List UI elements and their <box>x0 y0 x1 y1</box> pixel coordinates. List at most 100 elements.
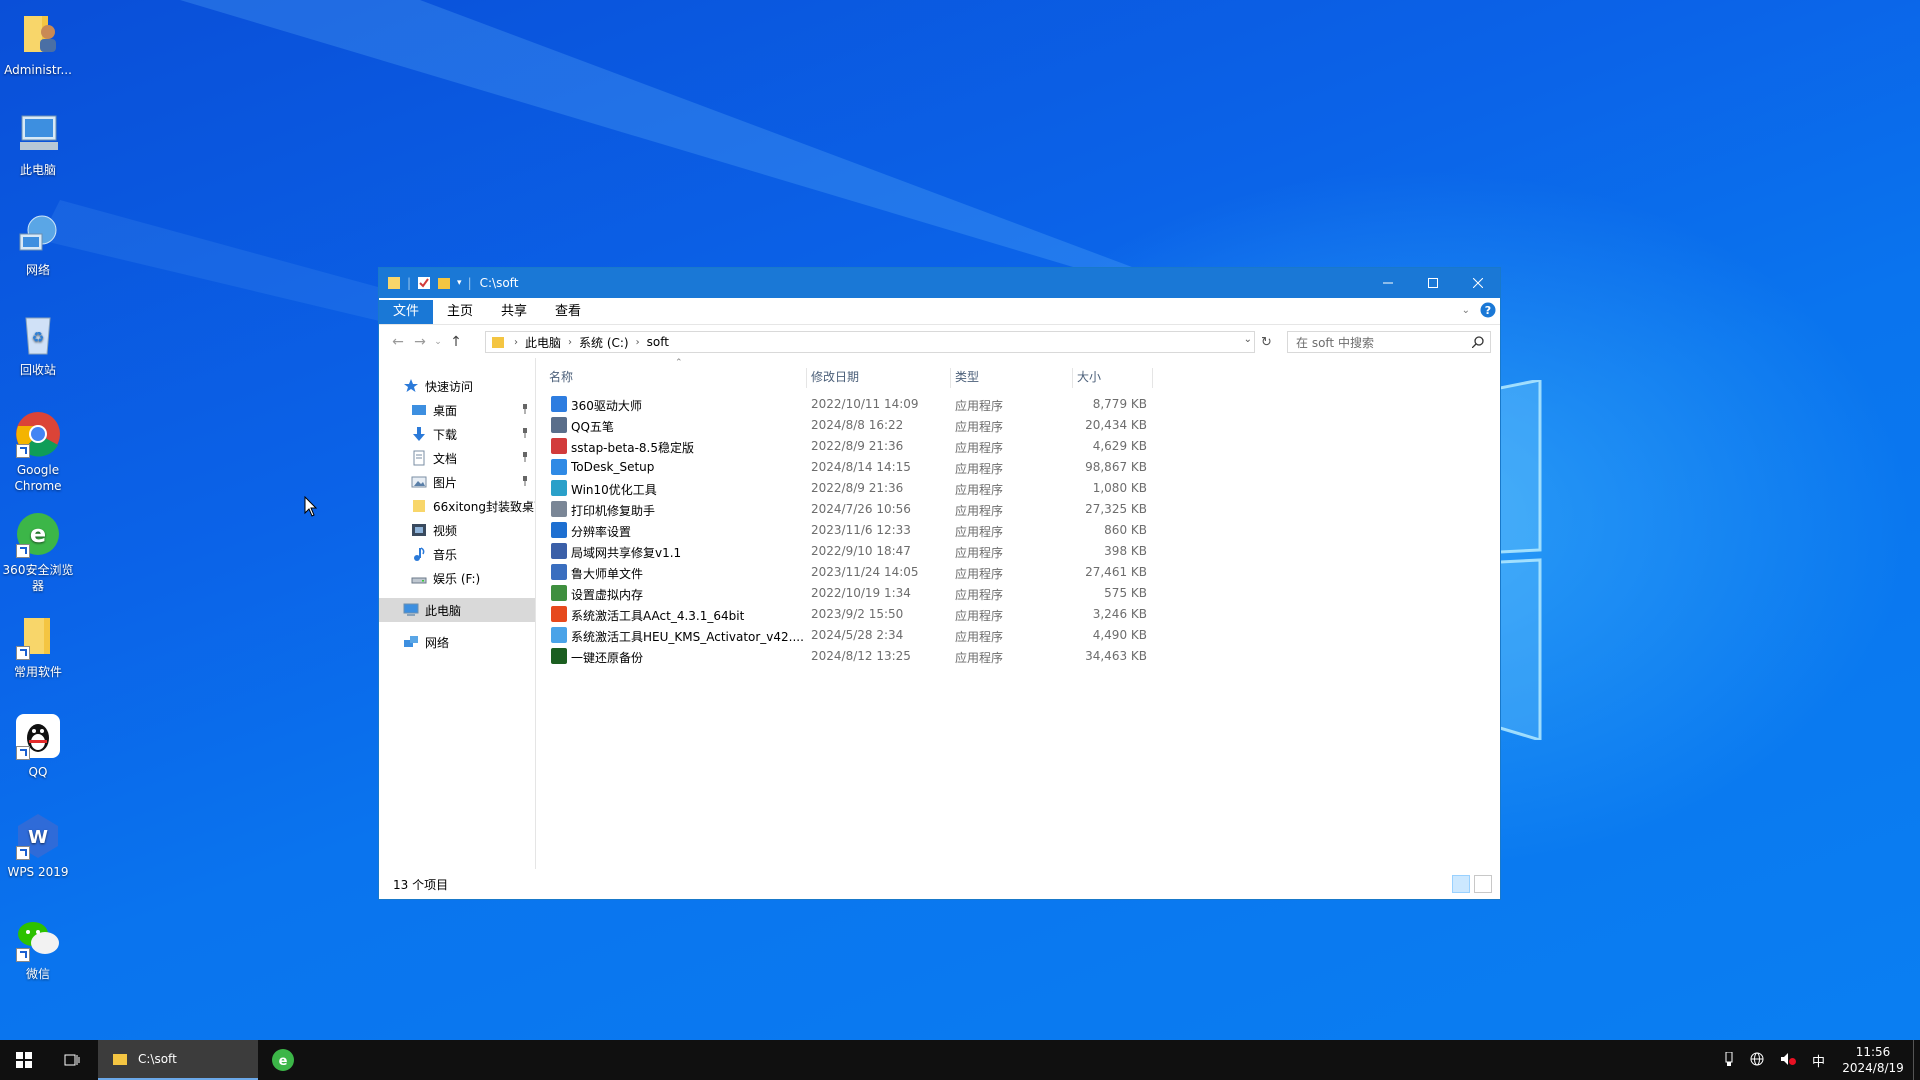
breadcrumb-soft[interactable]: soft <box>642 335 674 349</box>
help-icon[interactable]: ? <box>1480 302 1496 318</box>
desktop-icon-this-pc[interactable]: 此电脑 <box>0 110 76 178</box>
taskbar-360-browser-button[interactable]: e <box>262 1040 304 1080</box>
details-view-icon[interactable] <box>1452 875 1470 893</box>
pin-icon[interactable] <box>521 476 529 486</box>
table-row[interactable]: Win10优化工具 2022/8/9 21:36 应用程序 1,080 KB <box>545 478 1500 499</box>
table-row[interactable]: 系统激活工具AAct_4.3.1_64bit 2023/9/2 15:50 应用程序… <box>545 604 1500 625</box>
column-date-modified[interactable]: 修改日期 <box>807 368 951 388</box>
desktop-icon-qq[interactable]: QQ <box>0 712 76 780</box>
refresh-icon[interactable]: ↻ <box>1261 335 1272 350</box>
desktop-icon-chrome[interactable]: Google Chrome <box>0 410 76 494</box>
breadcrumb-system-c[interactable]: 系统 (C:) <box>574 334 634 351</box>
status-bar: 13 个项目 <box>379 869 1500 899</box>
nav-item-drive-f[interactable]: 娱乐 (F:) <box>379 566 535 590</box>
ribbon-tabs: 文件 主页 共享 查看 ⌄ ? <box>379 298 1500 325</box>
forward-arrow-icon[interactable]: → <box>409 334 431 350</box>
breadcrumb-separator-icon[interactable]: › <box>566 337 574 348</box>
breadcrumb-separator-icon[interactable]: › <box>634 337 642 348</box>
file-date: 2024/8/8 16:22 <box>811 418 904 432</box>
minimize-button[interactable] <box>1365 268 1410 298</box>
ime-indicator[interactable]: 中 <box>1812 1051 1825 1070</box>
nav-item-desktop[interactable]: 桌面 <box>379 398 535 422</box>
pin-icon[interactable] <box>521 404 529 414</box>
table-row[interactable]: sstap-beta-8.5稳定版 2022/8/9 21:36 应用程序 4,629… <box>545 436 1500 457</box>
table-row[interactable]: 360驱动大师 2022/10/11 14:09 应用程序 8,779 KB <box>545 394 1500 415</box>
mouse-cursor-icon <box>304 496 318 517</box>
usb-device-icon[interactable] <box>1724 1051 1734 1069</box>
volume-muted-icon[interactable] <box>1780 1052 1796 1069</box>
tab-share[interactable]: 共享 <box>487 300 541 324</box>
table-row[interactable]: ToDesk_Setup 2024/8/14 14:15 应用程序 98,867 KB <box>545 457 1500 478</box>
file-date: 2022/9/10 18:47 <box>811 544 911 558</box>
nav-item-66xitong-folder[interactable]: 66xitong封装致桌面 <box>379 494 535 518</box>
nav-item-music[interactable]: 音乐 <box>379 542 535 566</box>
desktop-icon-360-browser[interactable]: e 360安全浏览器 <box>0 510 76 594</box>
file-date: 2024/8/12 13:25 <box>811 649 911 663</box>
expand-ribbon-chevron-icon[interactable]: ⌄ <box>1462 305 1470 316</box>
large-icons-view-icon[interactable] <box>1474 875 1492 893</box>
table-row[interactable]: 局域网共享修复v1.1 2022/9/10 18:47 应用程序 398 KB <box>545 541 1500 562</box>
network-globe-icon[interactable] <box>1750 1052 1764 1069</box>
table-row[interactable]: 打印机修复助手 2024/7/26 10:56 应用程序 27,325 KB <box>545 499 1500 520</box>
table-row[interactable]: 分辨率设置 2023/11/6 12:33 应用程序 860 KB <box>545 520 1500 541</box>
file-date: 2023/11/24 14:05 <box>811 565 919 579</box>
pin-icon[interactable] <box>521 452 529 462</box>
file-name: sstap-beta-8.5稳定版 <box>571 441 694 455</box>
desktop-icon-wps[interactable]: W WPS 2019 <box>0 812 76 880</box>
nav-item-pictures[interactable]: 图片 <box>379 470 535 494</box>
desktop-icon <box>412 405 426 415</box>
address-history-chevron-icon[interactable]: ⌄ <box>1244 334 1252 345</box>
table-row[interactable]: 设置虚拟内存 2022/10/19 1:34 应用程序 575 KB <box>545 583 1500 604</box>
column-type[interactable]: 类型 <box>951 368 1073 388</box>
desktop-icon-common-software[interactable]: 常用软件 <box>0 612 76 680</box>
video-icon <box>412 524 426 536</box>
start-button[interactable] <box>0 1040 48 1080</box>
taskbar-explorer-button[interactable]: C:\soft <box>98 1040 258 1080</box>
chrome-icon <box>14 410 62 458</box>
column-name[interactable]: 名称 <box>545 368 807 388</box>
nav-network[interactable]: 网络 <box>379 630 535 654</box>
new-folder-icon[interactable] <box>437 276 451 290</box>
file-explorer-window[interactable]: | ▾ | C:\soft 文件 主页 共享 查看 ⌄ ? ← → ⌄ ↑ › … <box>378 267 1501 900</box>
file-name: Win10优化工具 <box>571 483 657 497</box>
nav-item-videos[interactable]: 视频 <box>379 518 535 542</box>
tab-home[interactable]: 主页 <box>433 300 487 324</box>
address-bar[interactable]: › 此电脑 › 系统 (C:) › soft ⌄ <box>485 331 1255 353</box>
table-row[interactable]: 鲁大师单文件 2023/11/24 14:05 应用程序 27,461 KB <box>545 562 1500 583</box>
recent-locations-chevron-icon[interactable]: ⌄ <box>431 337 445 347</box>
customize-toolbar-chevron-icon[interactable]: ▾ <box>457 278 462 288</box>
search-input[interactable]: 在 soft 中搜索 <box>1287 331 1491 353</box>
table-row[interactable]: QQ五笔 2024/8/8 16:22 应用程序 20,434 KB <box>545 415 1500 436</box>
table-row[interactable]: 一键还原备份 2024/8/12 13:25 应用程序 34,463 KB <box>545 646 1500 667</box>
tab-view[interactable]: 查看 <box>541 300 595 324</box>
close-button[interactable] <box>1455 268 1500 298</box>
nav-item-documents[interactable]: 文档 <box>379 446 535 470</box>
nav-this-pc[interactable]: 此电脑 <box>379 598 535 622</box>
file-size: 34,463 KB <box>1085 649 1147 663</box>
tab-file[interactable]: 文件 <box>379 300 434 324</box>
up-arrow-icon[interactable]: ↑ <box>445 334 467 350</box>
table-row[interactable]: 系统激活工具HEU_KMS_Activator_v42.... 2024/5/28… <box>545 625 1500 646</box>
back-arrow-icon[interactable]: ← <box>387 334 409 350</box>
desktop-icon-network[interactable]: 网络 <box>0 210 76 278</box>
clock[interactable]: 11:56 2024/8/19 <box>1833 1044 1913 1076</box>
nav-quick-access[interactable]: 快速访问 <box>379 374 535 398</box>
show-desktop-button[interactable] <box>1913 1040 1920 1080</box>
nav-item-downloads[interactable]: 下载 <box>379 422 535 446</box>
application-icon <box>551 501 567 517</box>
desktop-icon-administrator[interactable]: Administr... <box>0 10 76 78</box>
file-date: 2024/5/28 2:34 <box>811 628 904 642</box>
column-size[interactable]: 大小 <box>1073 368 1153 388</box>
pin-icon[interactable] <box>521 428 529 438</box>
file-name: 设置虚拟内存 <box>571 588 644 602</box>
maximize-button[interactable] <box>1410 268 1455 298</box>
breadcrumb-this-pc[interactable]: 此电脑 <box>520 334 566 351</box>
application-icon <box>551 606 567 622</box>
file-date: 2022/8/9 21:36 <box>811 439 904 453</box>
desktop-icon-wechat[interactable]: 微信 <box>0 914 76 982</box>
task-view-button[interactable] <box>48 1040 96 1080</box>
properties-icon[interactable] <box>417 276 431 290</box>
desktop-icon-recycle-bin[interactable]: ♻ 回收站 <box>0 310 76 378</box>
title-bar[interactable]: | ▾ | C:\soft <box>379 268 1500 298</box>
svg-text:e: e <box>279 1054 288 1069</box>
